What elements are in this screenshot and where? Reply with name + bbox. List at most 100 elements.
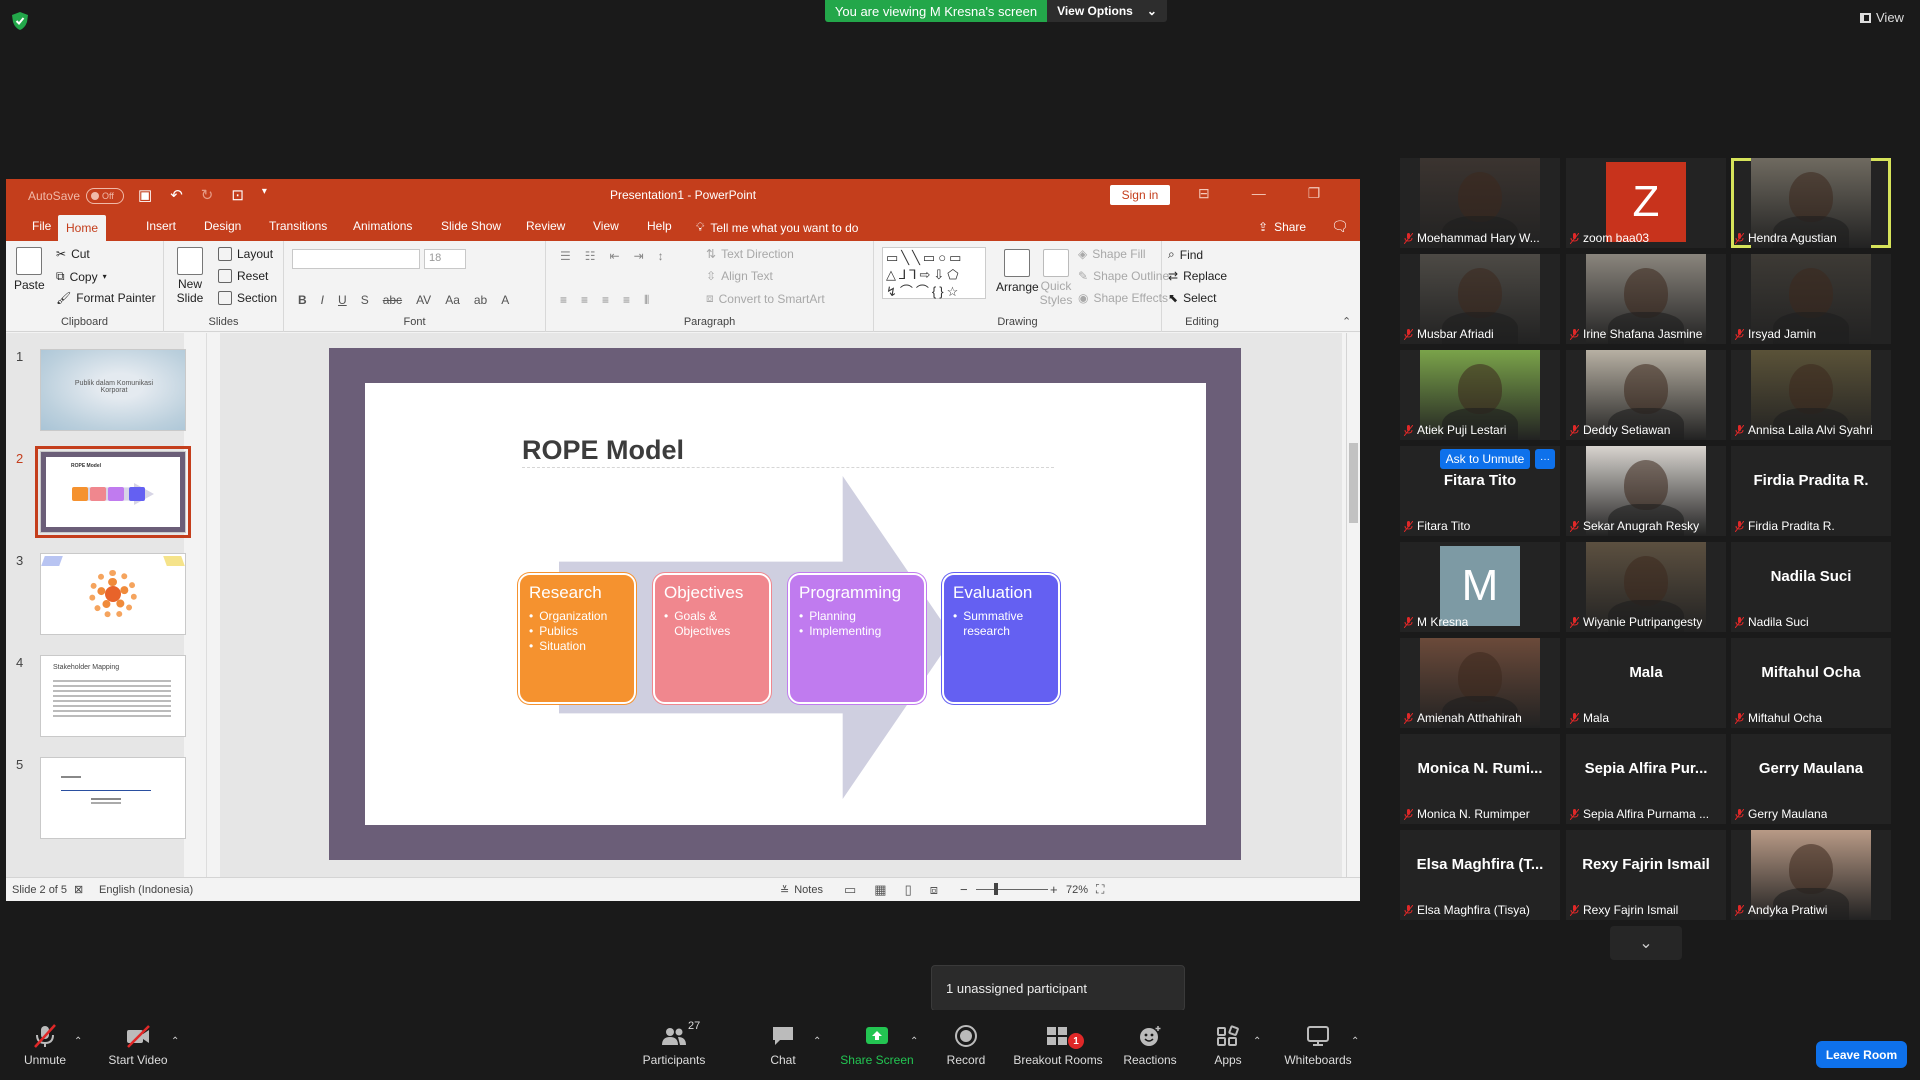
new-slide-button[interactable]: New Slide <box>172 247 208 305</box>
underline-icon[interactable]: U <box>338 293 347 307</box>
participant-tile[interactable]: MM Kresna <box>1400 542 1560 632</box>
participant-tile[interactable]: Amienah Atthahirah <box>1400 638 1560 728</box>
zoom-level[interactable]: 72% <box>1066 884 1088 896</box>
align-left-icon[interactable]: ≡ <box>560 293 567 308</box>
zoom-slider[interactable] <box>976 889 1048 890</box>
share-button[interactable]: ⇪ Share <box>1258 220 1306 234</box>
view-mode-buttons[interactable]: ▭▦▯⧈ <box>844 882 956 898</box>
italic-icon[interactable]: I <box>321 293 324 307</box>
caret-up-icon[interactable]: ⌃ <box>1351 1036 1359 1047</box>
comments-icon[interactable]: 🗨︎ <box>1331 218 1349 235</box>
participant-more-button[interactable]: ··· <box>1535 449 1555 469</box>
columns-icon[interactable]: ⫴ <box>644 293 649 308</box>
zoom-slider-thumb[interactable] <box>994 883 998 895</box>
participant-tile[interactable]: Elsa Maghfira (T... Elsa Maghfira (Tisya) <box>1400 830 1560 920</box>
shapes-gallery[interactable]: ▭╲╲▭○▭ △⅃⅂⇨⇩⬠ ↯⌒⌒{}☆ <box>882 247 986 299</box>
tab-help[interactable]: Help <box>639 211 680 241</box>
record-button[interactable]: Record <box>940 1010 992 1080</box>
fit-slide-icon[interactable]: ⛶ <box>1096 882 1104 897</box>
caret-up-icon[interactable]: ⌃ <box>910 1036 918 1047</box>
participant-tile[interactable]: Moehammad Hary W... <box>1400 158 1560 248</box>
quick-styles-button[interactable]: Quick Styles <box>1038 249 1074 307</box>
participant-tile[interactable]: Firdia Pradita R. Firdia Pradita R. <box>1731 446 1891 536</box>
spellcheck-icon[interactable]: ⊠ <box>74 883 83 896</box>
tab-file[interactable]: File <box>24 211 59 241</box>
chat-button[interactable]: Chat <box>760 1010 806 1080</box>
participant-tile[interactable]: Monica N. Rumi... Monica N. Rumimper <box>1400 734 1560 824</box>
participant-tile[interactable]: Rexy Fajrin Ismail Rexy Fajrin Ismail <box>1566 830 1726 920</box>
participant-tile[interactable]: Sekar Anugrah Resky <box>1566 446 1726 536</box>
unassigned-participant-tooltip[interactable]: 1 unassigned participant <box>931 965 1185 1011</box>
thumbnail-slide-5[interactable] <box>40 757 186 839</box>
slide-vertical-scrollbar[interactable] <box>1346 333 1360 877</box>
participant-tile[interactable]: Gerry Maulana Gerry Maulana <box>1731 734 1891 824</box>
bold-icon[interactable]: B <box>298 293 307 307</box>
view-button[interactable]: View <box>1860 10 1904 25</box>
justify-icon[interactable]: ≡ <box>623 293 630 308</box>
restore-icon[interactable]: ❐ <box>1308 185 1321 202</box>
participant-tile[interactable]: Annisa Laila Alvi Syahri <box>1731 350 1891 440</box>
whiteboards-button[interactable]: Whiteboards <box>1282 1010 1354 1080</box>
align-text-button[interactable]: ⇳ Align Text <box>706 269 773 283</box>
participant-tile[interactable]: Mala Mala <box>1566 638 1726 728</box>
font-color-icon[interactable]: A <box>501 293 509 307</box>
start-video-button[interactable]: Start Video <box>102 1010 174 1080</box>
participant-tile[interactable]: Wiyanie Putripangesty <box>1566 542 1726 632</box>
apps-button[interactable]: Apps <box>1208 1010 1248 1080</box>
thumbnail-scrollbar[interactable] <box>206 333 220 877</box>
reactions-button[interactable]: Reactions <box>1122 1010 1178 1080</box>
text-direction-button[interactable]: ⇅ Text Direction <box>706 247 794 261</box>
zoom-in-icon[interactable]: + <box>1050 882 1058 897</box>
collapse-ribbon-icon[interactable]: ⌃ <box>1342 315 1351 328</box>
shape-fill-button[interactable]: ◈ Shape Fill <box>1078 247 1146 261</box>
current-slide[interactable]: ROPE Model Research • Organization • Publics… <box>365 383 1206 825</box>
highlight-icon[interactable]: ab <box>474 293 487 307</box>
participant-tile[interactable]: Andyka Pratiwi <box>1731 830 1891 920</box>
strikethrough-icon[interactable]: abc <box>383 293 402 307</box>
section-button[interactable]: Section <box>218 291 277 305</box>
sign-in-button[interactable]: Sign in <box>1110 185 1170 205</box>
view-options-button[interactable]: View Options ⌄ <box>1047 0 1167 22</box>
language-indicator[interactable]: English (Indonesia) <box>99 884 193 896</box>
zoom-out-icon[interactable]: − <box>960 882 968 897</box>
shape-outline-button[interactable]: ✎ Shape Outline <box>1078 269 1169 283</box>
tab-insert[interactable]: Insert <box>138 211 184 241</box>
tab-animations[interactable]: Animations <box>345 211 420 241</box>
participant-tile[interactable]: Irsyad Jamin <box>1731 254 1891 344</box>
participant-tile[interactable]: Atiek Puji Lestari <box>1400 350 1560 440</box>
ribbon-display-icon[interactable]: ⊟ <box>1198 185 1210 202</box>
participant-tile[interactable]: Sepia Alfira Pur... Sepia Alfira Purnama … <box>1566 734 1726 824</box>
line-spacing-icon[interactable]: ↕ <box>658 249 664 263</box>
gallery-next-page-button[interactable]: ⌄ <box>1610 926 1682 960</box>
reset-button[interactable]: Reset <box>218 269 268 283</box>
copy-button[interactable]: ⧉ Copy ▾ <box>56 269 107 284</box>
tell-me-search[interactable]: 💡︎ Tell me what you want to do <box>696 220 858 235</box>
format-painter-button[interactable]: 🖌︎ Format Painter <box>56 291 156 305</box>
breakout-rooms-button[interactable]: Breakout Rooms <box>1012 1010 1104 1080</box>
char-spacing-icon[interactable]: AV <box>416 293 431 307</box>
font-name-box[interactable] <box>292 249 420 269</box>
security-shield-icon[interactable] <box>12 12 28 30</box>
thumbnail-slide-4[interactable]: Stakeholder Mapping <box>40 655 186 737</box>
align-center-icon[interactable]: ≡ <box>581 293 588 308</box>
convert-smartart-button[interactable]: ⧈ Convert to SmartArt <box>706 291 825 306</box>
ask-to-unmute-button[interactable]: Ask to Unmute <box>1440 449 1530 469</box>
layout-button[interactable]: Layout <box>218 247 273 261</box>
unmute-button[interactable]: Unmute <box>20 1010 70 1080</box>
shadow-icon[interactable]: S <box>361 293 369 307</box>
tab-view[interactable]: View <box>585 211 627 241</box>
share-screen-button[interactable]: Share Screen <box>838 1010 916 1080</box>
indent-decrease-icon[interactable]: ⇤ <box>610 249 620 263</box>
find-button[interactable]: ⌕ Find <box>1168 247 1203 262</box>
participant-tile[interactable]: Musbar Afriadi <box>1400 254 1560 344</box>
tab-transitions[interactable]: Transitions <box>261 211 335 241</box>
bullets-icon[interactable]: ☰ <box>560 249 571 263</box>
indent-increase-icon[interactable]: ⇥ <box>634 249 644 263</box>
cut-button[interactable]: ✂ Cut <box>56 247 90 261</box>
thumbnail-slide-3[interactable] <box>40 553 186 635</box>
caret-up-icon[interactable]: ⌃ <box>1253 1036 1261 1047</box>
participant-tile[interactable]: Nadila Suci Nadila Suci <box>1731 542 1891 632</box>
numbering-icon[interactable]: ☷ <box>585 249 596 263</box>
select-button[interactable]: ⬉ Select <box>1168 291 1216 305</box>
thumbnail-slide-2[interactable]: ROPE Model <box>35 446 191 538</box>
